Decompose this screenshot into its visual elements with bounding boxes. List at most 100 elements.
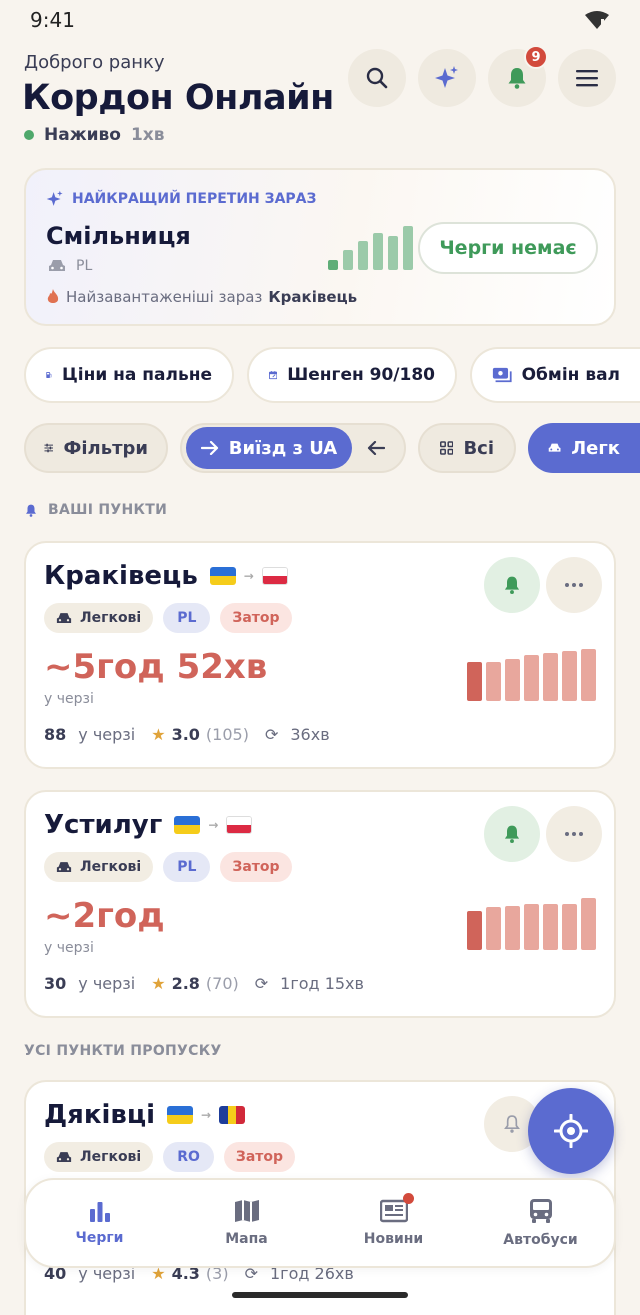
all-filter-label: Всі	[463, 437, 494, 459]
menu-icon	[576, 70, 598, 87]
vehicle-tag: Легкові	[44, 852, 154, 882]
locate-me-button[interactable]	[528, 1088, 614, 1174]
search-button[interactable]	[348, 49, 406, 107]
crosshair-icon	[554, 1114, 588, 1148]
subscribe-bell-button[interactable]	[484, 806, 540, 862]
load-bar	[328, 260, 338, 270]
vehicle-filter-chip[interactable]: Легк	[528, 423, 640, 473]
direction-toggle[interactable]: Виїзд з UA	[180, 423, 406, 473]
refresh-icon: ⟳	[264, 725, 279, 744]
arrow-right-icon: →	[208, 818, 219, 832]
tab-buses-label: Автобуси	[503, 1232, 578, 1248]
vehicle-filter-label: Легк	[571, 437, 620, 459]
subscribe-bell-button[interactable]	[484, 557, 540, 613]
fire-icon	[47, 289, 59, 303]
rating: 3.0	[171, 725, 200, 744]
checkpoint-card[interactable]: Краківець → Легкові PL Затор ~5год 52хв …	[24, 541, 616, 769]
load-bar	[562, 904, 577, 950]
load-bar	[581, 649, 596, 701]
rating: 2.8	[171, 974, 200, 993]
fuel-prices-label: Ціни на пальне	[61, 365, 212, 385]
ukraine-flag-icon	[167, 1106, 194, 1124]
news-unread-dot	[402, 1193, 414, 1204]
tab-news[interactable]: Новини	[320, 1180, 467, 1266]
load-bar	[543, 653, 558, 701]
fuel-icon	[46, 372, 52, 378]
car-icon	[49, 260, 65, 271]
arrow-right-icon	[200, 441, 218, 455]
more-dots-icon	[565, 832, 583, 836]
busiest-label: Найзавантаженіші зараз	[66, 288, 263, 306]
car-icon	[56, 612, 72, 623]
tab-map-label: Мапа	[225, 1231, 268, 1247]
tab-map[interactable]: Мапа	[173, 1180, 320, 1266]
notification-badge: 9	[524, 45, 548, 69]
more-button[interactable]	[546, 806, 602, 862]
busiest-name[interactable]: Краківець	[268, 288, 357, 306]
checkpoint-card[interactable]: Устилуг → Легкові PL Затор ~2год у черзі…	[24, 790, 616, 1018]
direction-enter-ua[interactable]	[352, 441, 400, 455]
direction-label: Виїзд з UA	[228, 437, 338, 459]
wifi-icon	[584, 10, 610, 30]
tab-buses[interactable]: Автобуси	[467, 1180, 614, 1266]
schengen-label: Шенген 90/180	[287, 365, 435, 385]
best-crossing-label: НАЙКРАЩИЙ ПЕРЕТИН ЗАРАЗ	[72, 191, 317, 207]
reviews-count: (105)	[205, 725, 249, 744]
country-tag: PL	[163, 603, 211, 633]
load-bar	[543, 904, 558, 950]
all-filter-chip[interactable]: Всі	[418, 423, 516, 473]
reviews-count: (70)	[205, 974, 239, 993]
status-badge: Затор	[220, 852, 292, 882]
tab-queues[interactable]: Черги	[26, 1180, 173, 1266]
best-crossing-country: PL	[76, 258, 93, 274]
ai-button[interactable]	[418, 49, 476, 107]
map-icon	[234, 1200, 259, 1222]
my-points-section: ВАШІ ПУНКТИ	[24, 502, 167, 518]
arrow-right-icon: →	[243, 569, 254, 583]
best-crossing-load-bars	[328, 224, 413, 270]
status-time: 9:41	[30, 8, 75, 32]
car-icon	[56, 861, 72, 872]
live-label: Наживо	[44, 125, 121, 145]
tab-news-label: Новини	[363, 1231, 424, 1247]
home-indicator[interactable]	[232, 1292, 408, 1298]
filters-button[interactable]: Фільтри	[24, 423, 168, 473]
checkpoint-name: Краківець	[44, 561, 198, 591]
currency-exchange-label: Обмін вал	[521, 365, 620, 385]
vehicle-tag-label: Легкові	[80, 1149, 142, 1165]
best-crossing-card[interactable]: НАЙКРАЩИЙ ПЕРЕТИН ЗАРАЗ Смільниця PL Чер…	[24, 168, 616, 326]
queue-label: у черзі	[78, 974, 136, 993]
notifications-button[interactable]: 9	[488, 45, 548, 107]
grid-icon	[440, 441, 454, 455]
load-bar	[505, 659, 520, 701]
filters-label: Фільтри	[63, 437, 148, 459]
sparkle-icon	[46, 190, 63, 206]
greeting: Доброго ранку	[24, 52, 165, 73]
sliders-icon	[44, 443, 54, 453]
vehicle-tag-label: Легкові	[80, 859, 142, 875]
currency-exchange-chip[interactable]: Обмін вал	[470, 347, 640, 403]
search-icon	[366, 67, 388, 89]
schengen-chip[interactable]: Шенген 90/180	[247, 347, 457, 403]
vehicle-tag: Легкові	[44, 603, 154, 633]
load-bar	[358, 241, 368, 270]
car-icon	[548, 443, 561, 452]
updated-time: 36хв	[290, 725, 330, 744]
load-bar	[581, 898, 596, 950]
fuel-prices-chip[interactable]: Ціни на пальне	[24, 347, 234, 403]
direction-exit-ua[interactable]: Виїзд з UA	[186, 427, 352, 469]
more-button[interactable]	[546, 557, 602, 613]
status-badge: Затор	[220, 603, 292, 633]
refresh-icon: ⟳	[254, 974, 269, 993]
wait-caption: у черзі	[44, 691, 94, 707]
updated-time: 1год 15хв	[280, 974, 364, 993]
bell-icon	[504, 576, 520, 594]
bus-icon	[529, 1199, 552, 1223]
bottom-tab-bar: Черги Мапа Новини Автобуси	[24, 1178, 616, 1268]
arrow-left-icon	[367, 441, 385, 455]
star-icon: ★	[151, 725, 166, 744]
load-bar	[524, 655, 539, 701]
menu-button[interactable]	[558, 49, 616, 107]
checkpoint-stats: 88 у черзі ★ 3.0 (105) ⟳ 36хв	[44, 725, 330, 744]
bell-icon	[26, 504, 36, 517]
